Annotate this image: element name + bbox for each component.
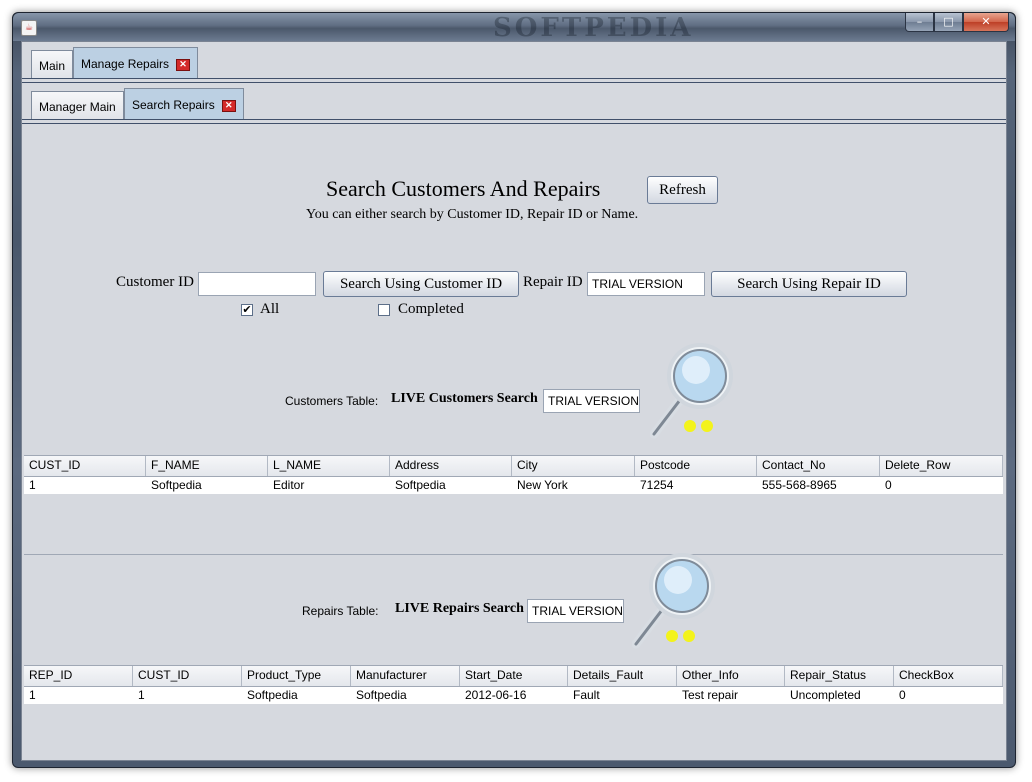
tab-label: Main	[39, 59, 66, 73]
outer-tab-strip: Main Manage Repairs ✕	[22, 42, 1006, 83]
table-cell[interactable]: Test repair	[677, 687, 785, 704]
live-repairs-search-input[interactable]: TRIAL VERSION	[527, 599, 624, 623]
column-header[interactable]: Postcode	[635, 456, 757, 476]
tab-manager-main[interactable]: Manager Main	[31, 91, 124, 121]
close-tab-icon[interactable]: ✕	[176, 58, 191, 71]
close-window-button[interactable]: ✕	[963, 13, 1009, 32]
magnifier-icon	[650, 343, 733, 439]
table-cell[interactable]: New York	[512, 477, 635, 494]
repairs-table-body: 1 1 Softpedia Softpedia 2012-06-16 Fault Test …	[24, 687, 1003, 704]
column-header[interactable]: F_NAME	[146, 456, 268, 476]
table-cell[interactable]: Softpedia	[390, 477, 512, 494]
maximize-button[interactable]: □	[934, 13, 963, 32]
table-cell[interactable]: 0	[880, 477, 1003, 494]
column-header[interactable]: CUST_ID	[133, 666, 242, 686]
table-cell[interactable]: Softpedia	[146, 477, 268, 494]
customers-table-header: CUST_ID F_NAME L_NAME Address City Postcode Co…	[24, 456, 1003, 477]
all-checkbox[interactable]: ✔	[241, 304, 253, 316]
magnifier-icon	[632, 553, 715, 649]
column-header[interactable]: Details_Fault	[568, 666, 677, 686]
table-cell[interactable]: 555-568-8965	[757, 477, 880, 494]
search-customer-id-button[interactable]: Search Using Customer ID	[323, 271, 519, 297]
table-cell[interactable]: 0	[894, 687, 1003, 704]
column-header[interactable]: CheckBox	[894, 666, 1003, 686]
repairs-table[interactable]: REP_ID CUST_ID Product_Type Manufacturer Sta…	[24, 665, 1003, 756]
table-cell[interactable]: 1	[24, 687, 133, 704]
page-subtitle: You can either search by Customer ID, Re…	[306, 207, 639, 222]
table-cell[interactable]: Fault	[568, 687, 677, 704]
column-header[interactable]: Address	[390, 456, 512, 476]
repair-id-label: Repair ID	[523, 274, 583, 290]
column-header[interactable]: City	[512, 456, 635, 476]
tab-label: Manager Main	[39, 100, 116, 114]
refresh-button[interactable]: Refresh	[647, 176, 718, 204]
title-bar[interactable]: ☕ SOFTPEDIA – □ ✕	[13, 13, 1015, 41]
all-label: All	[260, 301, 280, 317]
tab-label: Manage Repairs	[81, 57, 170, 71]
tab-search-repairs[interactable]: Search Repairs ✕	[124, 88, 244, 121]
customers-table[interactable]: CUST_ID F_NAME L_NAME Address City Postcode Co…	[24, 455, 1003, 555]
table-row[interactable]: 1 1 Softpedia Softpedia 2012-06-16 Fault Test …	[24, 687, 1003, 704]
search-repair-id-button[interactable]: Search Using Repair ID	[711, 271, 907, 297]
completed-label: Completed	[398, 301, 464, 317]
column-header[interactable]: Product_Type	[242, 666, 351, 686]
table-cell[interactable]: Uncompleted	[785, 687, 894, 704]
tab-main[interactable]: Main	[31, 50, 74, 80]
column-header[interactable]: Other_Info	[677, 666, 785, 686]
column-header[interactable]: Start_Date	[460, 666, 568, 686]
repairs-table-label: Repairs Table:	[302, 604, 379, 618]
customers-table-label: Customers Table:	[285, 394, 379, 408]
tab-label: Search Repairs	[132, 98, 215, 112]
live-customers-search-label: LIVE Customers Search	[391, 391, 538, 406]
titlebar-watermark: SOFTPEDIA	[493, 13, 694, 41]
minimize-button[interactable]: –	[905, 13, 934, 32]
search-repairs-panel: Search Customers And Repairs Refresh You…	[22, 124, 1006, 760]
column-header[interactable]: L_NAME	[268, 456, 390, 476]
table-cell[interactable]: 71254	[635, 477, 757, 494]
tab-manage-repairs[interactable]: Manage Repairs ✕	[73, 47, 199, 80]
column-header[interactable]: REP_ID	[24, 666, 133, 686]
live-customers-search-input[interactable]: TRIAL VERSION	[543, 389, 640, 413]
java-app-icon: ☕	[21, 20, 37, 36]
column-header[interactable]: Manufacturer	[351, 666, 460, 686]
completed-checkbox[interactable]	[378, 304, 390, 316]
customer-id-input[interactable]	[198, 272, 316, 296]
column-header[interactable]: Contact_No	[757, 456, 880, 476]
table-row[interactable]: 1 Softpedia Editor Softpedia New York 71254 55…	[24, 477, 1003, 494]
repair-id-input[interactable]: TRIAL VERSION	[587, 272, 705, 296]
table-cell[interactable]: Editor	[268, 477, 390, 494]
inner-tab-strip: Manager Main Search Repairs ✕	[22, 83, 1006, 124]
table-cell[interactable]: Softpedia	[351, 687, 460, 704]
page-title: Search Customers And Repairs	[326, 176, 601, 201]
table-cell[interactable]: 2012-06-16	[460, 687, 568, 704]
close-tab-icon[interactable]: ✕	[221, 99, 236, 112]
customers-table-body: 1 Softpedia Editor Softpedia New York 71254 55…	[24, 477, 1003, 494]
live-repairs-search-label: LIVE Repairs Search	[395, 601, 524, 616]
column-header[interactable]: Repair_Status	[785, 666, 894, 686]
table-cell[interactable]: 1	[133, 687, 242, 704]
column-header[interactable]: CUST_ID	[24, 456, 146, 476]
repairs-table-header: REP_ID CUST_ID Product_Type Manufacturer Sta…	[24, 666, 1003, 687]
client-area: Main Manage Repairs ✕ Manager Main Search…	[21, 41, 1007, 761]
application-window: ☕ SOFTPEDIA – □ ✕ Main Manage Repairs ✕ M…	[12, 12, 1016, 768]
table-cell[interactable]: 1	[24, 477, 146, 494]
customer-id-label: Customer ID	[116, 274, 194, 290]
column-header[interactable]: Delete_Row	[880, 456, 1003, 476]
table-cell[interactable]: Softpedia	[242, 687, 351, 704]
